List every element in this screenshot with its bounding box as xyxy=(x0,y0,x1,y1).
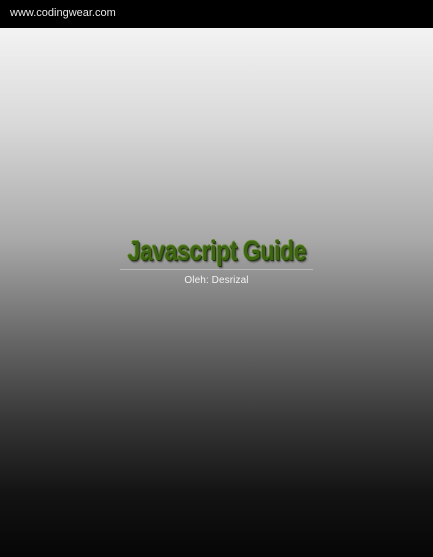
site-url: www.codingwear.com xyxy=(10,7,116,19)
top-bar: www.codingwear.com xyxy=(0,0,433,28)
book-title: Javascript Guide xyxy=(127,235,306,266)
cover-background: Javascript Guide Oleh: Desrizal xyxy=(0,28,433,557)
author-line: Oleh: Desrizal xyxy=(184,275,249,286)
document-page: www.codingwear.com Javascript Guide Oleh… xyxy=(0,0,433,557)
title-block: Javascript Guide Oleh: Desrizal xyxy=(0,234,433,287)
title-divider xyxy=(120,269,313,270)
